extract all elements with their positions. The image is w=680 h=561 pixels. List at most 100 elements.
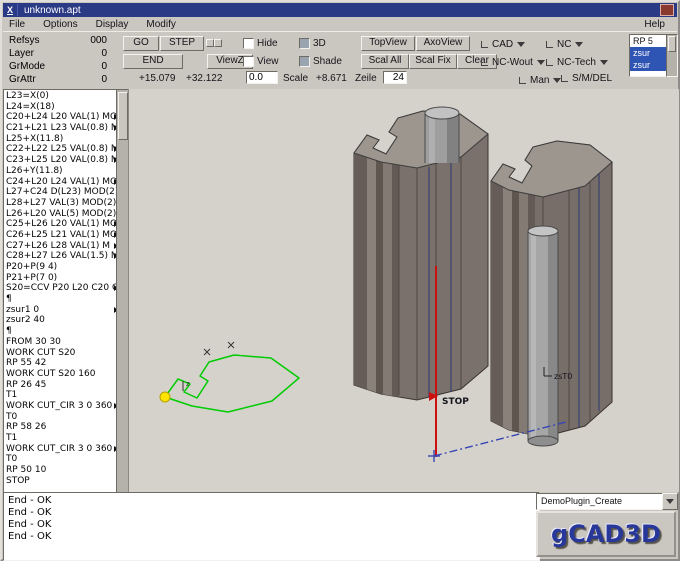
code-line[interactable]: STOP	[6, 476, 119, 487]
value-input[interactable]	[246, 71, 278, 84]
viewport-canvas[interactable]: zsT0 STOP z	[128, 89, 679, 492]
code-text: C22+L22 L25 VAL(0.8) M	[6, 144, 119, 155]
code-line[interactable]: P21+P(7 0)	[6, 273, 119, 284]
code-line[interactable]: WORK CUT S20	[6, 348, 119, 359]
menu-item[interactable]: Display	[96, 19, 129, 30]
threed-icon[interactable]	[299, 38, 310, 49]
end-button[interactable]: END	[123, 54, 183, 69]
code-line[interactable]: FROM 30 30	[6, 337, 119, 348]
code-line[interactable]: C24+L20 L24 VAL(1) MO	[6, 177, 119, 188]
profile-contour[interactable]: z	[164, 341, 300, 413]
code-line[interactable]: WORK CUT_CIR 3 0 360 0	[6, 444, 119, 455]
cad-dropdown[interactable]: CAD	[481, 37, 526, 51]
listbox-scroll-thumb[interactable]	[668, 36, 676, 52]
hide-checkbox-row: Hide	[243, 38, 278, 49]
code-line[interactable]: T0	[6, 454, 119, 465]
menu-item[interactable]: File	[9, 19, 25, 30]
code-line[interactable]: WORK CUT_CIR 3 0 360 0	[6, 401, 119, 412]
view-checkbox[interactable]	[243, 56, 254, 67]
go-button[interactable]: GO	[123, 36, 159, 51]
listbox-scrollbar[interactable]	[666, 34, 678, 77]
status-row: GrAttr 0	[5, 73, 117, 86]
menu-item[interactable]: Options	[43, 19, 77, 30]
code-line[interactable]: T0	[6, 412, 119, 423]
code-text: L25+X(11.8)	[6, 133, 64, 144]
code-line[interactable]: C22+L22 L25 VAL(0.8) M	[6, 144, 119, 155]
shade-icon[interactable]	[299, 56, 310, 67]
code-line[interactable]: L26+L20 VAL(5) MOD(2)	[6, 209, 119, 220]
code-line[interactable]: L25+X(11.8)	[6, 134, 119, 145]
cylinder-pin-right[interactable]	[527, 225, 559, 447]
coord-y-readout: +32.122	[186, 73, 223, 84]
code-text: T0	[6, 411, 18, 422]
code-text: ¶	[6, 326, 12, 337]
code-text: C28+L27 L26 VAL(1.5) M	[6, 251, 119, 262]
step-button[interactable]: STEP	[160, 36, 204, 51]
code-text: L24=X(18)	[6, 101, 55, 112]
code-line[interactable]: T1	[6, 390, 119, 401]
rp-listbox[interactable]: RP 5 zsur zsur	[629, 34, 667, 77]
pin-label: zsT0	[554, 372, 572, 381]
code-line[interactable]: L26+Y(11.8)	[6, 166, 119, 177]
man-dropdown[interactable]: Man	[519, 73, 562, 87]
code-text: C25+L26 L20 VAL(1) MO	[6, 219, 118, 230]
code-line[interactable]: RP 26 45	[6, 380, 119, 391]
angle-icon	[546, 58, 553, 66]
code-line[interactable]: L27+C24 D(L23) MOD(2)	[6, 187, 119, 198]
grip[interactable]	[206, 39, 214, 47]
view-label: View	[257, 56, 279, 67]
topview-button[interactable]: TopView	[361, 36, 415, 51]
code-line[interactable]: RP 50 10	[6, 465, 119, 476]
code-line[interactable]: RP 58 26	[6, 422, 119, 433]
cylinder-pin-left[interactable]	[424, 106, 460, 163]
code-line[interactable]: C21+L21 L23 VAL(0.8) M	[6, 123, 119, 134]
nc-wout-dropdown[interactable]: NC-Wout	[481, 55, 545, 69]
code-text: RP 55 42	[6, 358, 47, 369]
plugin-selector[interactable]: DemoPlugin_Create	[536, 493, 678, 510]
grip[interactable]	[214, 39, 222, 47]
list-item[interactable]: RP 5	[630, 35, 666, 47]
code-line[interactable]: L28+L27 VAL(3) MOD(2)	[6, 198, 119, 209]
list-item[interactable]: zsur	[630, 59, 666, 71]
code-text: C26+L25 L21 VAL(1) MO	[6, 229, 118, 240]
code-line[interactable]: T1	[6, 433, 119, 444]
code-line[interactable]: C26+L25 L21 VAL(1) MO	[6, 230, 119, 241]
nc-tech-dropdown[interactable]: NC-Tech	[546, 55, 608, 69]
code-scroll-thumb[interactable]	[118, 92, 128, 140]
smdel-dropdown[interactable]: S/M/DEL	[561, 73, 612, 84]
threed-label: 3D	[313, 38, 326, 49]
menu-item[interactable]: Modify	[146, 19, 175, 30]
axoview-button[interactable]: AxoView	[416, 36, 470, 51]
code-line[interactable]: C27+L26 L28 VAL(1) M	[6, 241, 119, 252]
code-line[interactable]: zsur2 40	[6, 315, 119, 326]
active-point-marker[interactable]	[159, 391, 171, 403]
scal-all-button[interactable]: Scal All	[361, 54, 409, 69]
code-line[interactable]: RP 55 42	[6, 358, 119, 369]
window-menu-button[interactable]: X	[3, 4, 18, 16]
plugin-dropdown-button[interactable]	[662, 493, 678, 510]
code-line[interactable]: L24=X(18)	[6, 102, 119, 113]
code-line[interactable]: P20+P(9 4)	[6, 262, 119, 273]
command-list-panel[interactable]: L23=X(0) L24=X(18) C20+L24 L20 VAL(1) MO…	[3, 89, 120, 493]
man-label: Man	[530, 74, 550, 86]
list-item[interactable]: zsur	[630, 47, 666, 59]
code-line[interactable]: zsur1 0	[6, 305, 119, 316]
code-line[interactable]: C20+L24 L20 VAL(1) MO	[6, 112, 119, 123]
nc-dropdown[interactable]: NC	[546, 37, 584, 51]
angle-icon	[561, 75, 568, 82]
code-line[interactable]: C25+L26 L20 VAL(1) MO	[6, 219, 119, 230]
status-row: Layer 0	[5, 47, 117, 60]
code-line[interactable]: ¶	[6, 326, 119, 337]
view-checkbox-row: View	[243, 56, 279, 67]
close-button[interactable]	[660, 4, 674, 16]
code-line[interactable]: S20=CCV P20 L20 C20 C	[6, 283, 119, 294]
code-line[interactable]: L23=X(0)	[6, 91, 119, 102]
scal-fix-button[interactable]: Scal Fix	[409, 54, 457, 69]
code-line[interactable]: WORK CUT S20 160	[6, 369, 119, 380]
code-line[interactable]: C23+L25 L20 VAL(0.8) M	[6, 155, 119, 166]
code-line[interactable]: C28+L27 L26 VAL(1.5) M	[6, 251, 119, 262]
hide-checkbox[interactable]	[243, 38, 254, 49]
titlebar[interactable]: X unknown.apt	[3, 3, 677, 17]
code-line[interactable]: ¶	[6, 294, 119, 305]
solid-block-left[interactable]	[353, 109, 489, 409]
